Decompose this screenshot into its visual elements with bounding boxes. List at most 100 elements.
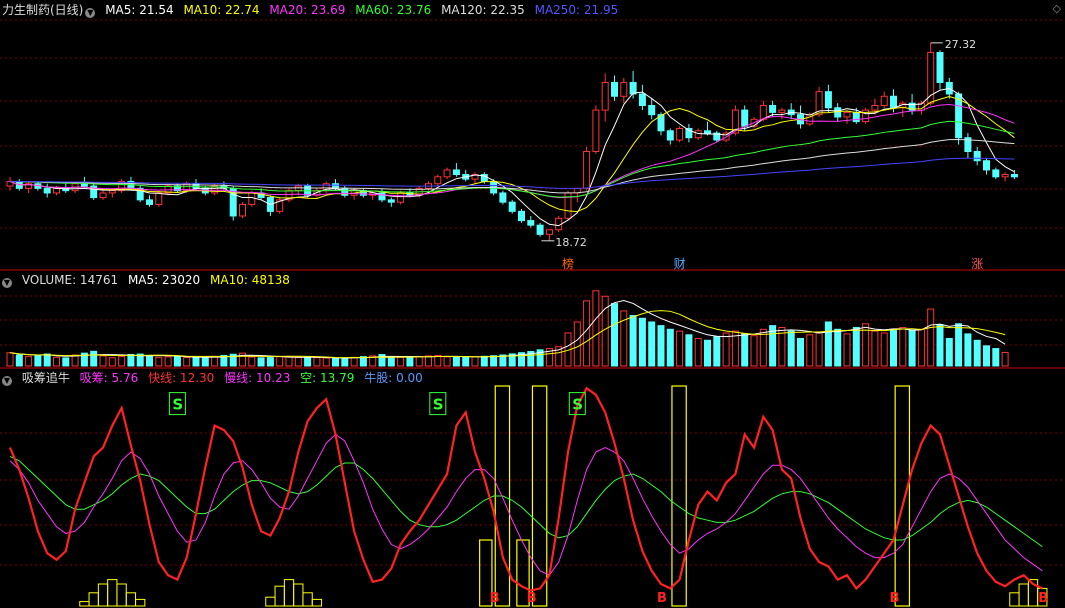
xichou-bar [311, 598, 323, 607]
xichou-bar [116, 583, 127, 607]
volume-bar [471, 356, 479, 367]
ma20-value: MA20: 23.69 [269, 3, 346, 17]
candle-body [629, 81, 637, 95]
sell-signal-label: S [433, 396, 444, 414]
manxian-value: 慢线: 10.23 [224, 371, 291, 385]
volume-bar [452, 356, 460, 367]
candle-body [536, 224, 544, 235]
kline-chart[interactable]: 27.32 18.72 榜 财 涨 S S S B B B B B [0, 0, 1065, 608]
volume-bar [629, 315, 637, 367]
volume-bar [592, 290, 600, 367]
candle-body [452, 169, 460, 176]
buy-signal-label: B [1038, 591, 1048, 606]
manxian-line [9, 433, 1043, 576]
candle-body [648, 104, 656, 116]
candle-body [527, 220, 535, 226]
volume-bar [192, 357, 200, 367]
volume-bar [843, 333, 851, 367]
xichou-bar [125, 592, 137, 607]
candle-body [80, 183, 88, 187]
volume-bar [127, 354, 135, 367]
volume-bar [304, 357, 312, 367]
volume-bar [341, 357, 349, 367]
volume-bar [704, 339, 711, 367]
candle-body [592, 109, 600, 153]
volume-bar [899, 326, 907, 367]
indicator-panel-header: ▼ 吸筹追牛 吸筹: 5.76 快线: 12.30 慢线: 10.23 空: 1… [2, 370, 429, 386]
volume-bar [313, 357, 321, 367]
volume-bar [266, 357, 274, 367]
candle-body [983, 160, 990, 171]
volume-bar [908, 329, 916, 367]
volume-bar [741, 333, 749, 367]
candle-body [759, 104, 767, 120]
volume-bar [787, 330, 795, 367]
xichou-bar [135, 598, 146, 607]
volume-bar [890, 328, 897, 367]
volume-bar [955, 323, 963, 367]
volume-bar [880, 332, 888, 367]
volume-bar [824, 321, 832, 367]
volume-bar [992, 348, 1000, 367]
volume-bar [583, 300, 591, 367]
volume-bar [917, 328, 925, 367]
candle-body [778, 109, 786, 113]
volume-bar [53, 356, 60, 367]
candle-body [638, 93, 646, 106]
stock-title: 力生制药(日线) [2, 3, 84, 17]
volume-bar [285, 355, 293, 367]
candle-body [611, 81, 618, 97]
volume-bar [406, 356, 414, 367]
xichou-bar [265, 596, 276, 607]
volume-bar [211, 355, 219, 367]
candle-body [601, 81, 609, 111]
volume-bar [257, 357, 265, 367]
volume-bar [936, 324, 944, 367]
sell-signal-label: S [172, 396, 183, 414]
volume-bar [155, 356, 163, 367]
xichou-bar [88, 592, 99, 607]
volume-bar [71, 354, 79, 367]
candle-body [43, 187, 51, 194]
ma60-value: MA60: 23.76 [355, 3, 432, 17]
ma10-value: MA10: 22.74 [183, 3, 260, 17]
volume-value: VOLUME: 14761 [21, 273, 119, 287]
volume-ma5: MA5: 23020 [127, 273, 201, 287]
candle-body [871, 104, 879, 111]
ma250-value: MA250: 21.95 [534, 3, 619, 17]
xichou-bar [274, 585, 285, 607]
volume-bar [164, 356, 172, 367]
kuaixian-line [8, 386, 1043, 592]
volume-bar [6, 352, 14, 367]
candle-body [518, 210, 525, 222]
candle-body [704, 130, 711, 134]
diamond-icon[interactable]: ◇ [1053, 2, 1061, 15]
xichou-bar [79, 601, 90, 607]
candle-body [99, 192, 107, 199]
chevron-down-icon[interactable]: ▼ [2, 376, 12, 386]
candle-body [434, 176, 442, 185]
ma250-line [9, 157, 1015, 189]
volume-bar [462, 356, 470, 367]
chevron-down-icon[interactable]: ▼ [2, 278, 12, 288]
xichou-value: 吸筹: 5.76 [79, 371, 139, 385]
volume-bar [415, 356, 423, 367]
buy-signal-label: B [527, 591, 537, 606]
volume-bar [322, 357, 330, 367]
volume-bar [248, 356, 256, 367]
candle-body [824, 91, 832, 109]
candle-body [294, 185, 302, 192]
volume-bar [332, 357, 339, 367]
volume-bar [638, 317, 646, 367]
buy-signal-label: B [490, 591, 500, 606]
candle-body [1001, 174, 1009, 178]
candle-body [676, 127, 684, 141]
candle-body [239, 203, 246, 217]
volume-bar [25, 355, 33, 367]
candle-body [769, 104, 777, 113]
volume-bar [685, 334, 693, 367]
low-price-label: 18.72 [555, 236, 587, 249]
volume-bar [1001, 351, 1009, 367]
chevron-down-icon[interactable]: ▼ [85, 8, 96, 18]
price-panel-header: 力生制药(日线) ▼ MA5: 21.54 MA10: 22.74 MA20: 2… [2, 2, 624, 18]
